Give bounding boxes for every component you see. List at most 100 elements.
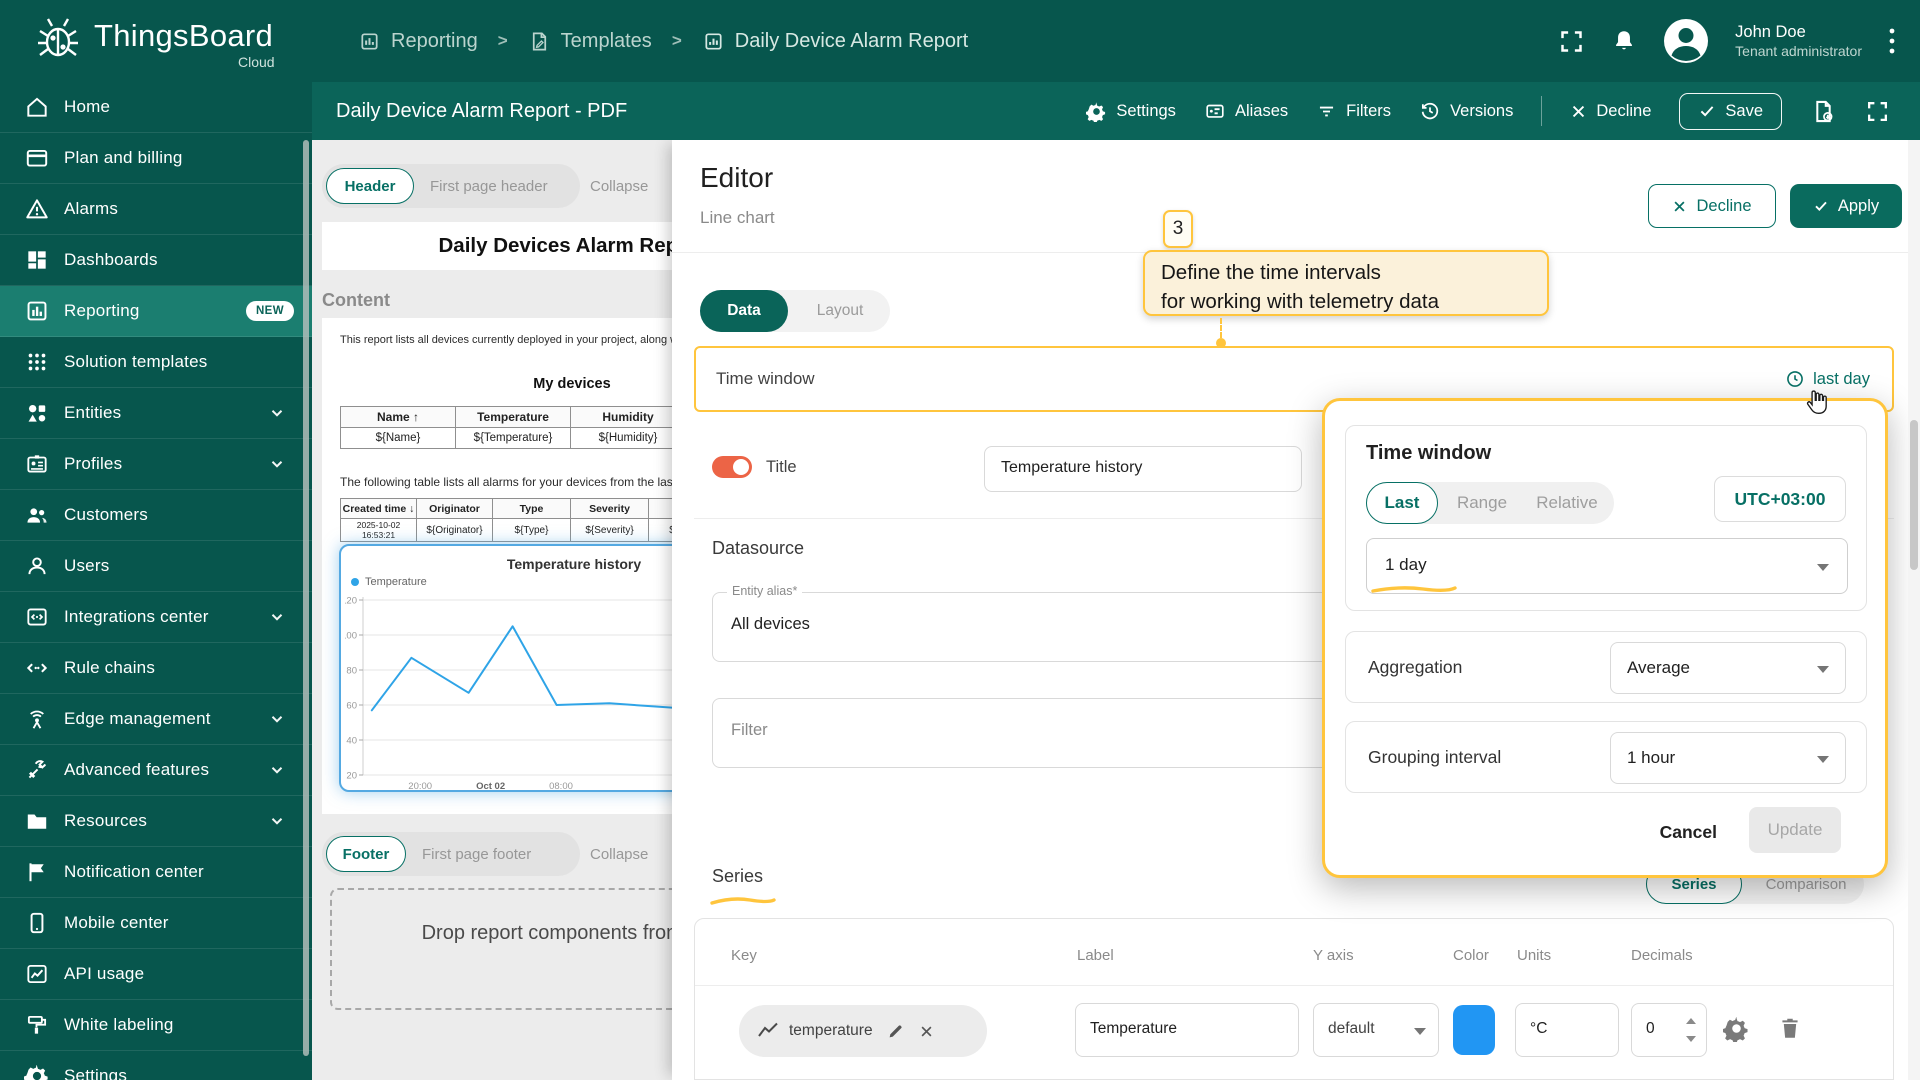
sidebar-item-reporting[interactable]: Reporting NEW xyxy=(0,286,312,337)
editor-subtitle: Line chart xyxy=(700,208,775,227)
decline-button[interactable]: Decline xyxy=(1570,102,1651,121)
sidebar-item-api-usage[interactable]: API usage xyxy=(0,949,312,1000)
breadcrumb-reporting[interactable]: Reporting xyxy=(358,30,478,53)
aliases-button[interactable]: Aliases xyxy=(1204,100,1288,122)
tab-relative[interactable]: Relative xyxy=(1522,482,1612,524)
time-window-value-button[interactable]: last day xyxy=(1785,369,1870,389)
chevron-down-icon xyxy=(271,461,283,468)
sidebar-item-label: Profiles xyxy=(64,454,123,473)
tab-first-page-footer[interactable]: First page footer xyxy=(422,836,531,872)
close-icon xyxy=(1674,201,1685,211)
edit-pencil-icon[interactable] xyxy=(887,1022,905,1040)
fullscreen-icon[interactable] xyxy=(1558,28,1585,55)
tab-layout[interactable]: Layout xyxy=(796,290,884,332)
series-color-swatch[interactable] xyxy=(1453,1005,1495,1055)
generate-report-icon[interactable] xyxy=(1810,98,1837,125)
breadcrumb-templates[interactable]: Templates xyxy=(528,30,652,53)
stepper-up-icon[interactable] xyxy=(1686,1018,1696,1024)
versions-button[interactable]: Versions xyxy=(1419,100,1513,122)
sidebar-item-customers[interactable]: Customers xyxy=(0,490,312,541)
editor-decline-button[interactable]: Decline xyxy=(1648,184,1776,228)
tab-header[interactable]: Header xyxy=(326,168,414,204)
decimals-stepper[interactable]: 0 xyxy=(1631,1003,1707,1057)
tab-last[interactable]: Last xyxy=(1366,482,1438,524)
sidebar-item-advanced-features[interactable]: Advanced features xyxy=(0,745,312,796)
sidebar-item-mobile-center[interactable]: Mobile center xyxy=(0,898,312,949)
grouping-interval-select[interactable]: 1 hour xyxy=(1610,732,1846,784)
report-preview-panel: Header First page header Collapse Daily … xyxy=(312,140,672,1080)
series-key-chip[interactable]: temperature xyxy=(739,1005,987,1057)
aliases-icon xyxy=(1204,100,1226,122)
title-input[interactable]: Temperature history xyxy=(984,446,1302,492)
line-chart-widget[interactable]: Temperature history Temperature 120 100 80… xyxy=(339,544,672,792)
y-axis-select[interactable]: default xyxy=(1313,1003,1439,1057)
sidebar-item-edge-management[interactable]: Edge management xyxy=(0,694,312,745)
stepper-down-icon[interactable] xyxy=(1686,1036,1696,1042)
sidebar-item-white-labeling[interactable]: White labeling xyxy=(0,1000,312,1051)
sidebar-item-dashboards[interactable]: Dashboards xyxy=(0,235,312,286)
notifications-bell-icon[interactable] xyxy=(1611,28,1637,54)
save-button[interactable]: Save xyxy=(1679,92,1782,130)
settings-button[interactable]: Settings xyxy=(1086,101,1176,122)
svg-text:20: 20 xyxy=(346,771,357,782)
menu-kebab-icon[interactable] xyxy=(1888,26,1896,56)
sidebar-item-resources[interactable]: Resources xyxy=(0,796,312,847)
chevron-down-icon xyxy=(271,716,283,723)
report-dropzone[interactable]: Drop report components from here xyxy=(330,888,672,1010)
chart-legend[interactable]: Temperature xyxy=(351,576,427,588)
svg-text:08:00: 08:00 xyxy=(549,781,573,792)
devices-table-title: My devices xyxy=(533,376,611,392)
check-icon xyxy=(1698,102,1716,120)
breadcrumb-current[interactable]: Daily Device Alarm Report xyxy=(702,30,968,53)
footer-collapse-button[interactable]: Collapse xyxy=(590,836,648,872)
timezone-button[interactable]: UTC+03:00 xyxy=(1714,476,1846,522)
filter-icon xyxy=(1316,101,1337,122)
aggregation-select[interactable]: Average xyxy=(1610,642,1846,694)
units-input[interactable]: °C xyxy=(1515,1003,1619,1057)
editor-apply-button[interactable]: Apply xyxy=(1790,184,1902,228)
sidebar-item-notification-center[interactable]: Notification center xyxy=(0,847,312,898)
time-window-group: Time window Last Range Relative UTC+03:0… xyxy=(1345,425,1867,611)
tab-range[interactable]: Range xyxy=(1448,482,1516,524)
title-toggle[interactable] xyxy=(712,456,752,478)
sidebar-item-plan-and-billing[interactable]: Plan and billing xyxy=(0,133,312,184)
user-info[interactable]: John Doe Tenant administrator xyxy=(1735,22,1862,60)
series-label-input[interactable]: Temperature xyxy=(1075,1003,1299,1057)
sidebar-item-users[interactable]: Users xyxy=(0,541,312,592)
report-doc-title: Daily Devices Alarm Report xyxy=(438,234,673,257)
sidebar-item-solution-templates[interactable]: Solution templates xyxy=(0,337,312,388)
sidebar-item-settings[interactable]: Settings xyxy=(0,1051,312,1080)
chevron-down-icon xyxy=(1817,756,1829,763)
sidebar-item-profiles[interactable]: Profiles xyxy=(0,439,312,490)
mobile-icon xyxy=(24,910,50,936)
sidebar-item-home[interactable]: Home xyxy=(0,82,312,133)
header-collapse-button[interactable]: Collapse xyxy=(590,168,648,204)
delete-trash-icon[interactable] xyxy=(1777,1015,1803,1041)
tab-first-page-header[interactable]: First page header xyxy=(430,168,548,204)
report-header-block[interactable]: Daily Devices Alarm Report xyxy=(322,222,672,270)
cancel-button[interactable]: Cancel xyxy=(1660,822,1717,843)
reporting-icon xyxy=(358,30,381,53)
sidebar-item-rule-chains[interactable]: Rule chains xyxy=(0,643,312,694)
report-content-block[interactable]: This report lists all devices currently … xyxy=(322,318,672,814)
scrollbar-thumb[interactable] xyxy=(1910,420,1918,570)
sidebar-item-alarms[interactable]: Alarms xyxy=(0,184,312,235)
fullscreen-icon[interactable] xyxy=(1865,99,1890,124)
avatar[interactable] xyxy=(1663,18,1709,64)
update-button[interactable]: Update xyxy=(1749,807,1841,853)
filters-button[interactable]: Filters xyxy=(1316,101,1391,122)
tab-data[interactable]: Data xyxy=(700,290,788,332)
sidebar-item-entities[interactable]: Entities xyxy=(0,388,312,439)
thingsboard-logo-icon[interactable] xyxy=(30,14,86,68)
sidebar-scrollbar[interactable] xyxy=(303,140,309,1056)
sidebar-item-label: Settings xyxy=(64,1066,128,1080)
remove-key-icon[interactable] xyxy=(919,1024,934,1039)
tab-footer[interactable]: Footer xyxy=(326,836,406,872)
col-y-axis: Y axis xyxy=(1313,947,1354,964)
sidebar-item-integrations-center[interactable]: Integrations center xyxy=(0,592,312,643)
scrollbar-track[interactable] xyxy=(1908,140,1920,1080)
table-row: 2025-10-02 16:53:21 ${Originator} ${Type… xyxy=(340,518,672,542)
users-icon xyxy=(24,553,50,579)
series-settings-gear-icon[interactable] xyxy=(1723,1015,1750,1042)
interval-select[interactable]: 1 day xyxy=(1366,538,1848,594)
